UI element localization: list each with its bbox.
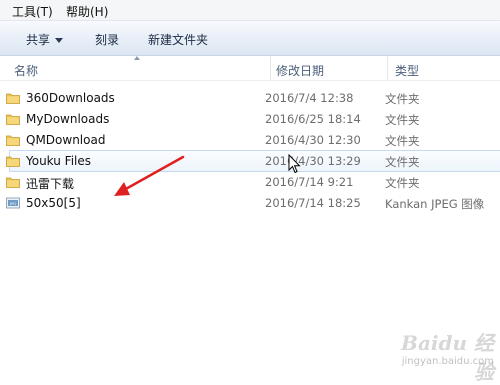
file-name: QMDownload [26, 133, 106, 147]
jpeg-file-icon: JPG [6, 197, 20, 209]
file-type: 文件夹 [385, 134, 420, 148]
file-name: Youku Files [26, 154, 92, 168]
watermark: Baidu 经验 jingyan.baidu.com [384, 327, 494, 384]
file-type: 文件夹 [385, 176, 420, 190]
column-divider[interactable] [270, 56, 271, 80]
list-item[interactable]: JPG 50x50[5] 2016/7/14 18:25 Kankan JPEG… [0, 193, 500, 213]
new-folder-button[interactable]: 新建文件夹 [148, 31, 208, 48]
list-item[interactable]: 360Downloads 2016/7/4 12:38 文件夹 [0, 88, 500, 108]
folder-icon [6, 114, 20, 125]
list-item[interactable]: MyDownloads 2016/6/25 18:14 文件夹 [0, 109, 500, 129]
list-item[interactable]: QMDownload 2016/4/30 12:30 文件夹 [0, 130, 500, 150]
folder-icon [6, 156, 20, 167]
burn-button[interactable]: 刻录 [95, 31, 119, 48]
file-name: 50x50[5] [26, 196, 81, 210]
file-type: 文件夹 [385, 92, 420, 106]
file-date: 2016/7/14 9:21 [265, 175, 354, 189]
column-header: 名称 修改日期 类型 [0, 56, 500, 81]
svg-text:JPG: JPG [9, 202, 16, 206]
file-type: 文件夹 [385, 113, 420, 127]
column-divider[interactable] [387, 56, 388, 80]
watermark-logo: Baidu 经验 [401, 331, 494, 384]
folder-icon [6, 177, 20, 188]
file-date: 2016/4/30 13:29 [265, 154, 361, 168]
file-date: 2016/7/14 18:25 [265, 196, 361, 210]
folder-icon [6, 135, 20, 146]
folder-icon [6, 93, 20, 104]
column-date[interactable]: 修改日期 [276, 62, 324, 79]
column-type[interactable]: 类型 [395, 62, 419, 79]
share-button-label: 共享 [26, 33, 51, 47]
chevron-down-icon [55, 38, 64, 43]
mouse-cursor-icon [288, 154, 301, 174]
list-item[interactable]: 迅雷下载 2016/7/14 9:21 文件夹 [0, 172, 500, 192]
watermark-url: jingyan.baidu.com [401, 356, 494, 367]
file-date: 2016/7/4 12:38 [265, 91, 354, 105]
menu-tools[interactable]: 工具(T) [12, 3, 53, 20]
file-name: 360Downloads [26, 91, 115, 105]
file-name: 迅雷下载 [26, 177, 75, 191]
column-name[interactable]: 名称 [14, 62, 38, 79]
file-name: MyDownloads [26, 112, 110, 126]
sort-ascending-icon [134, 56, 140, 60]
toolbar: 共享 刻录 新建文件夹 [0, 21, 500, 56]
file-type: Kankan JPEG 图像 [385, 197, 485, 211]
list-item-hovered[interactable]: Youku Files 2016/4/30 13:29 文件夹 [0, 150, 500, 172]
share-button[interactable]: 共享 [26, 31, 64, 48]
file-date: 2016/4/30 12:30 [265, 133, 361, 147]
file-date: 2016/6/25 18:14 [265, 112, 361, 126]
menu-bar: 工具(T) 帮助(H) [0, 0, 500, 21]
menu-help[interactable]: 帮助(H) [66, 3, 108, 20]
file-type: 文件夹 [385, 155, 420, 169]
